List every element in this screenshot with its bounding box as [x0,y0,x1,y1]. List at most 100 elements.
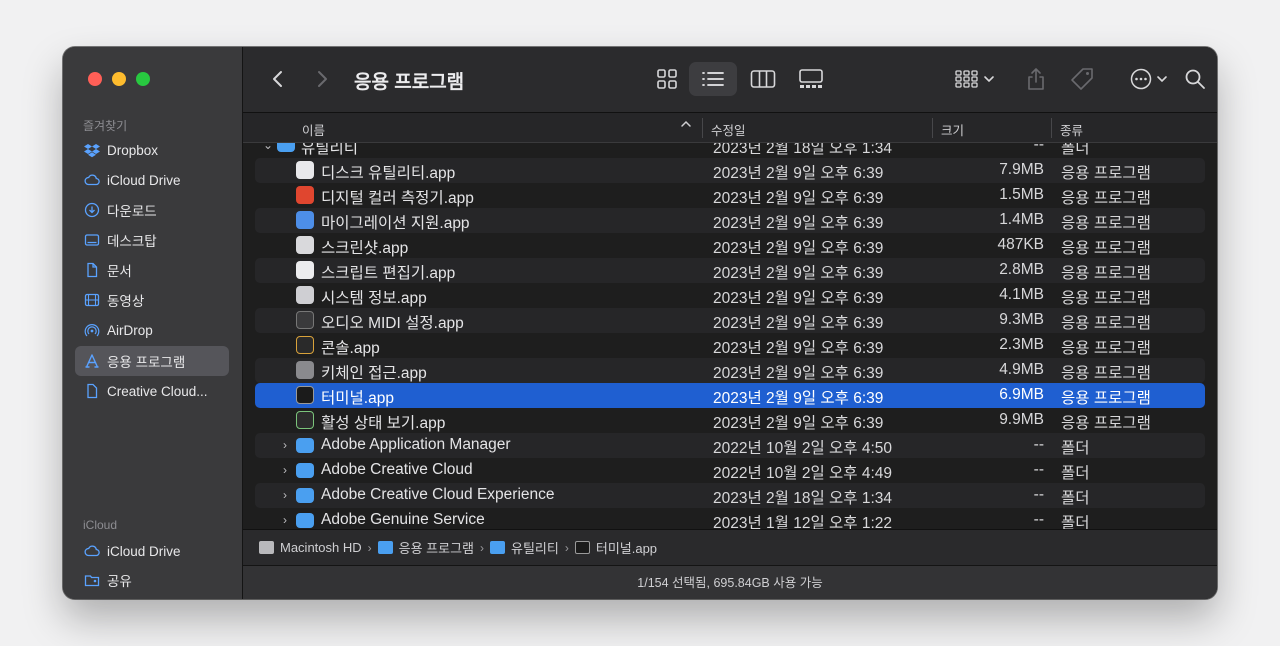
column-separator[interactable] [1051,118,1052,138]
table-row[interactable]: 디지털 컬러 측정기.app 2023년 2월 9일 오후 6:39 1.5MB… [255,183,1205,208]
tag-button[interactable] [1065,62,1099,96]
file-icon [84,383,100,399]
table-row[interactable]: 오디오 MIDI 설정.app 2023년 2월 9일 오후 6:39 9.3M… [255,308,1205,333]
sidebar-item-label: 데스크탑 [107,234,157,249]
path-separator: › [367,540,372,555]
chevron-down-icon [984,76,994,83]
list-view-button[interactable] [689,62,737,96]
grid-icon [657,69,677,89]
column-size[interactable]: 크기 [941,120,964,139]
sidebar: 즐겨찾기 Dropbox iCloud Drive 다운로드 데스크탑 문서 동… [63,47,243,599]
share-icon [1028,68,1044,90]
search-button[interactable] [1178,62,1212,96]
main-pane: 응용 프로그램 이름 수정일 크기 종류 ⌄ 유틸리티 2023년 2월 18일… [243,47,1217,599]
applications-icon [84,353,100,369]
hard-drive-icon [259,541,274,554]
table-row[interactable]: › Adobe Creative Cloud 2022년 10월 2일 오후 4… [255,458,1205,483]
path-item-macintosh-hd[interactable]: Macintosh HD [280,540,362,555]
status-bar: 1/154 선택됨, 695.84GB 사용 가능 [243,565,1217,599]
activity-monitor-icon [296,411,314,429]
path-item-utilities[interactable]: 유틸리티 [511,538,559,557]
screenshot-icon [296,236,314,254]
sidebar-item-label: iCloud Drive [107,172,181,188]
disclosure-open-icon[interactable]: ⌄ [263,143,273,152]
system-info-icon [296,286,314,304]
sidebar-item-icloud-drive[interactable]: iCloud Drive [75,165,229,195]
column-kind[interactable]: 종류 [1060,120,1083,139]
table-row[interactable]: 마이그레이션 지원.app 2023년 2월 9일 오후 6:39 1.4MB … [255,208,1205,233]
forward-button[interactable] [309,62,335,96]
midi-icon [296,311,314,329]
chevron-right-icon [318,71,327,87]
search-icon [1185,69,1205,89]
group-by-button[interactable] [949,62,1001,96]
path-item-terminal[interactable]: 터미널.app [596,538,657,557]
path-item-applications[interactable]: 응용 프로그램 [399,538,474,557]
sidebar-item-icloud-drive-2[interactable]: iCloud Drive [75,536,229,566]
close-button[interactable] [88,72,102,86]
column-separator[interactable] [932,118,933,138]
sidebar-item-shared[interactable]: 공유 [75,565,229,595]
script-editor-icon [296,261,314,279]
zoom-button[interactable] [136,72,150,86]
column-header: 이름 수정일 크기 종류 [243,113,1217,143]
sort-ascending-icon[interactable] [680,118,692,133]
sidebar-item-applications[interactable]: 응용 프로그램 [75,346,229,376]
table-row[interactable]: 스크립트 편집기.app 2023년 2월 9일 오후 6:39 2.8MB 응… [255,258,1205,283]
column-view-button[interactable] [743,62,783,96]
table-row[interactable]: 시스템 정보.app 2023년 2월 9일 오후 6:39 4.1MB 응용 … [255,283,1205,308]
disk-utility-icon [296,161,314,179]
cloud-icon [84,172,100,188]
airdrop-icon [84,322,100,338]
gallery-view-button[interactable] [791,62,831,96]
keychain-icon [296,361,314,379]
folder-icon [490,541,506,554]
sidebar-item-dropbox[interactable]: Dropbox [75,135,229,165]
sidebar-item-documents[interactable]: 문서 [75,255,229,285]
table-row[interactable]: 콘솔.app 2023년 2월 9일 오후 6:39 2.3MB 응용 프로그램 [255,333,1205,358]
columns-icon [750,70,776,88]
table-row[interactable]: › Adobe Genuine Service 2023년 1월 12일 오후 … [255,508,1205,529]
sidebar-item-downloads[interactable]: 다운로드 [75,195,229,225]
table-row[interactable]: ⌄ 유틸리티 2023년 2월 18일 오후 1:34 -- 폴더 [255,143,1205,158]
gallery-icon [799,69,823,88]
migration-icon [296,211,314,229]
column-separator[interactable] [702,118,703,138]
sidebar-item-label: 다운로드 [107,204,157,219]
window-controls [88,72,150,86]
table-row[interactable]: › Adobe Application Manager 2022년 10월 2일… [255,433,1205,458]
share-button[interactable] [1019,62,1053,96]
disclosure-closed-icon[interactable]: › [283,513,287,527]
minimize-button[interactable] [112,72,126,86]
tag-icon [1071,68,1093,90]
disclosure-closed-icon[interactable]: › [283,438,287,452]
dropbox-icon [84,142,100,158]
list-icon [702,72,724,86]
ellipsis-circle-icon [1130,68,1152,90]
sidebar-item-airdrop[interactable]: AirDrop [75,315,229,345]
window-title: 응용 프로그램 [354,72,465,93]
table-row-selected[interactable]: 터미널.app 2023년 2월 9일 오후 6:39 6.9MB 응용 프로그… [255,383,1205,408]
icon-view-button[interactable] [647,62,687,96]
terminal-icon [574,541,590,554]
disclosure-closed-icon[interactable]: › [283,463,287,477]
sidebar-section-icloud: iCloud [83,518,118,532]
table-row[interactable]: 스크린샷.app 2023년 2월 9일 오후 6:39 487KB 응용 프로… [255,233,1205,258]
disclosure-closed-icon[interactable]: › [283,488,287,502]
column-name[interactable]: 이름 [302,120,325,139]
table-row[interactable]: 키체인 접근.app 2023년 2월 9일 오후 6:39 4.9MB 응용 … [255,358,1205,383]
folder-icon [296,438,314,453]
sidebar-item-label: Creative Cloud... [107,383,208,399]
column-date[interactable]: 수정일 [711,120,746,139]
table-row[interactable]: › Adobe Creative Cloud Experience 2023년 … [255,483,1205,508]
console-icon [296,336,314,354]
more-actions-button[interactable] [1123,62,1175,96]
back-button[interactable] [265,62,291,96]
color-meter-icon [296,186,314,204]
table-row[interactable]: 활성 상태 보기.app 2023년 2월 9일 오후 6:39 9.9MB 응… [255,408,1205,433]
sidebar-item-creative-cloud[interactable]: Creative Cloud... [75,376,229,406]
table-row[interactable]: 디스크 유틸리티.app 2023년 2월 9일 오후 6:39 7.9MB 응… [255,158,1205,183]
sidebar-item-desktop[interactable]: 데스크탑 [75,225,229,255]
sidebar-item-movies[interactable]: 동영상 [75,285,229,315]
path-separator: › [480,540,485,555]
